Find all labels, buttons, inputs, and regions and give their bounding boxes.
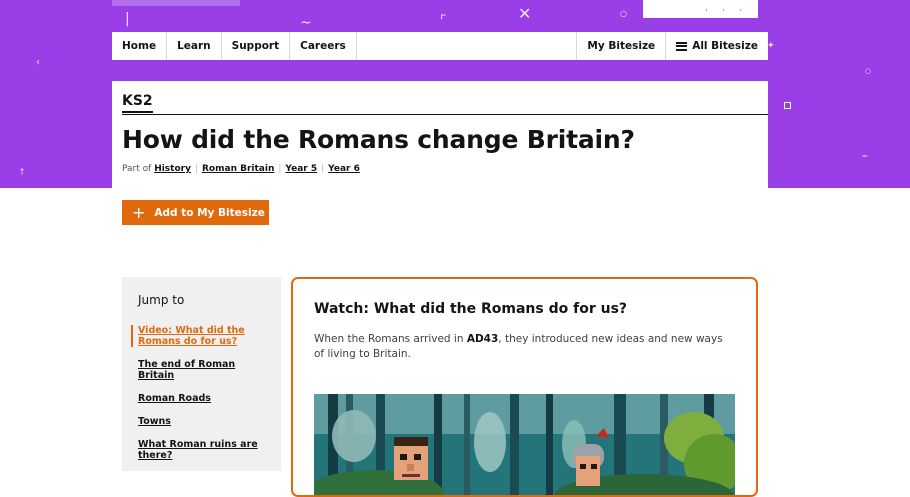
jump-link-end-of-roman-britain[interactable]: The end of Roman Britain [138,359,274,381]
breadcrumb-separator: | [278,164,282,174]
nav-spacer [357,32,578,60]
sparkle-icon: ○ [865,67,872,75]
nav-all-bitesize-label: All Bitesize [692,40,758,52]
jump-to-list: Video: What did the Romans do for us? Th… [138,325,274,473]
breadcrumb-history[interactable]: History [154,164,191,174]
sparkle-icon: ‹ [36,57,40,68]
video-card: Watch: What did the Romans do for us? Wh… [291,277,758,497]
nav-home[interactable]: Home [112,32,168,60]
nav-careers[interactable]: Careers [290,32,357,60]
part-of-label: Part of [122,164,152,174]
jump-to-panel: Jump to Video: What did the Romans do fo… [122,277,281,471]
level-label[interactable]: KS2 [122,93,153,113]
sparkle-icon: ~ [300,15,312,31]
breadcrumb: Part of History | Roman Britain | Year 5 | Yea… [122,164,360,174]
jump-link-roman-ruins[interactable]: What Roman ruins are there? [138,439,274,461]
sparkle-icon: ⌜ [440,13,447,29]
sparkle-icon: | [125,11,130,27]
top-navigation: Home Learn Support Careers My Bitesize A… [112,32,768,60]
breadcrumb-roman-britain[interactable]: Roman Britain [202,164,274,174]
highlight-year: AD43 [466,333,499,345]
plus-icon: + [132,202,146,222]
nav-support[interactable]: Support [222,32,291,60]
add-button-label: Add to My Bitesize [154,206,265,219]
sparkle-icon: ✕ [518,4,532,23]
menu-icon [676,41,688,51]
add-to-my-bitesize-button[interactable]: + Add to My Bitesize [122,200,269,225]
jump-link-towns[interactable]: Towns [138,416,274,427]
jump-link-roman-roads[interactable]: Roman Roads [138,393,274,404]
account-bar: · · · [643,0,758,18]
video-title: Watch: What did the Romans do for us? [314,301,628,317]
breadcrumb-separator: | [194,164,198,174]
divider [122,114,768,115]
breadcrumb-year-5[interactable]: Year 5 [285,164,317,174]
bitesize-logo[interactable] [112,0,240,6]
nav-all-bitesize[interactable]: All Bitesize [666,32,768,60]
forest-illustration [314,394,735,495]
video-description: When the Romans arrived in AD43, they in… [314,333,723,360]
nav-my-bitesize[interactable]: My Bitesize [577,32,667,60]
page-title: How did the Romans change Britain? [122,125,635,154]
sparkle-icon: ‴ [862,153,868,166]
video-player-thumbnail[interactable] [314,394,735,495]
sparkle-icon: ✦ [767,41,775,51]
sparkle-icon: † [20,167,24,176]
jump-to-title: Jump to [138,293,185,307]
jump-link-video[interactable]: Video: What did the Romans do for us? [138,325,274,347]
breadcrumb-separator: | [321,164,325,174]
nav-learn[interactable]: Learn [167,32,222,60]
page-header: KS2 How did the Romans change Britain? P… [112,81,768,188]
sparkle-icon: ○ [620,9,627,18]
breadcrumb-year-6[interactable]: Year 6 [328,164,360,174]
sparkle-icon [784,102,791,109]
